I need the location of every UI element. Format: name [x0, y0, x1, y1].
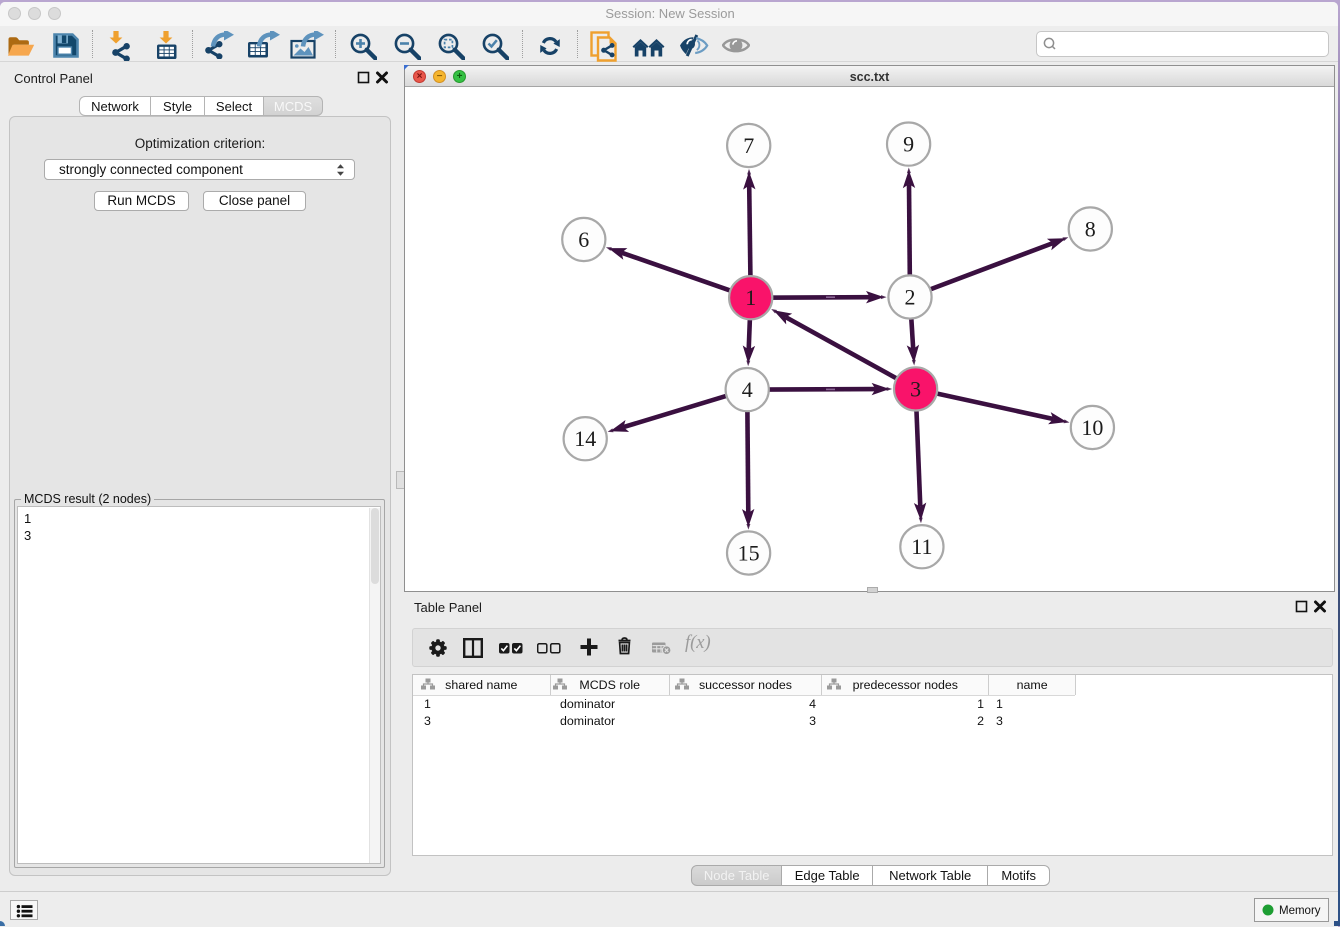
svg-text:2: 2 — [905, 284, 916, 309]
svg-text:Memory: Memory — [1279, 905, 1321, 917]
svg-text:8: 8 — [1085, 216, 1096, 241]
svg-text:6: 6 — [578, 227, 589, 252]
svg-text:3: 3 — [910, 376, 921, 401]
svg-text:10: 10 — [1081, 415, 1103, 440]
svg-text:14: 14 — [574, 426, 596, 451]
svg-text:4: 4 — [742, 377, 753, 402]
svg-text:1: 1 — [745, 285, 756, 310]
svg-text:7: 7 — [743, 133, 754, 158]
svg-text:9: 9 — [903, 132, 914, 157]
svg-text:11: 11 — [911, 534, 932, 559]
svg-text:15: 15 — [738, 540, 760, 565]
